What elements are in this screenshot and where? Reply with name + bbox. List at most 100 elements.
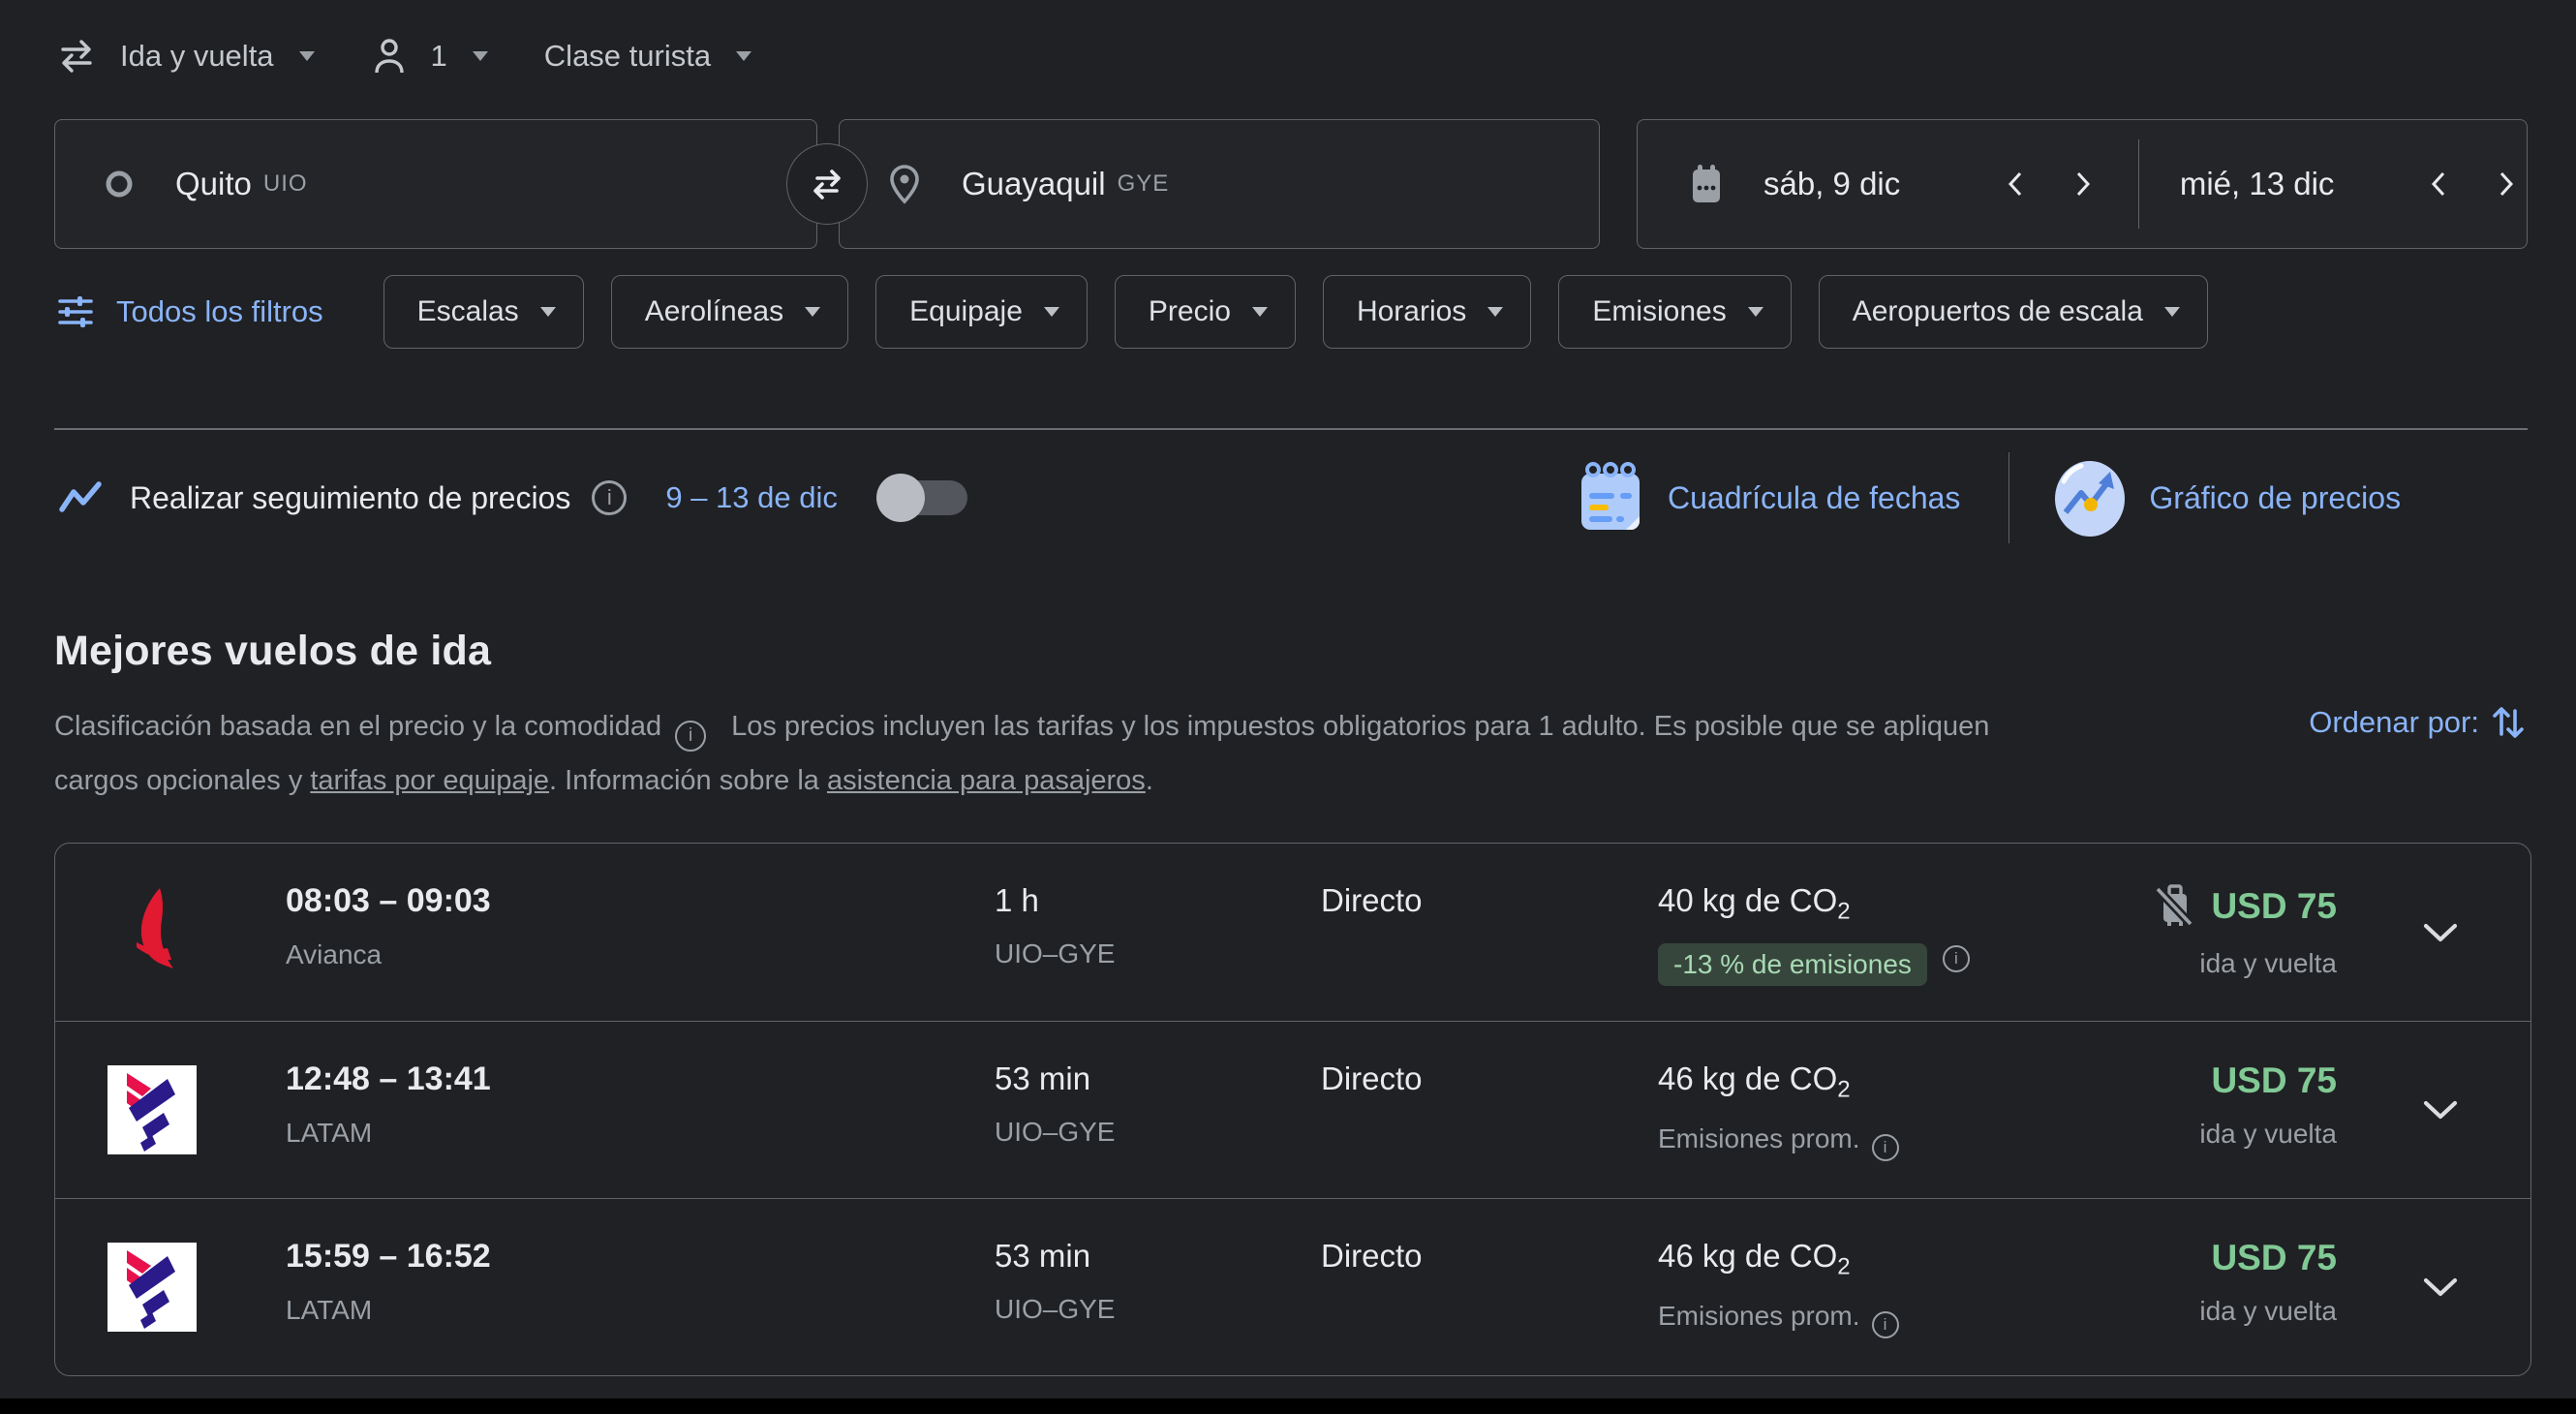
info-icon[interactable]: i xyxy=(1872,1311,1899,1338)
dropdown-caret-icon xyxy=(1044,307,1059,317)
expand-flight-button[interactable] xyxy=(2414,1269,2467,1306)
price-column: USD 75 ida y vuelta xyxy=(1988,1060,2337,1150)
subtitle-ranking-text: Clasificación basada en el precio y la c… xyxy=(54,711,661,742)
filter-chip-times[interactable]: Horarios xyxy=(1323,275,1531,349)
expand-flight-button[interactable] xyxy=(2414,914,2467,951)
flight-times-column: 15:59 – 16:52 LATAM xyxy=(286,1238,491,1326)
emissions-note: Emisiones prom.i xyxy=(1658,1301,1899,1338)
stops-column: Directo xyxy=(1321,882,1423,919)
cabin-class-label: Clase turista xyxy=(544,39,711,74)
co2-amount: 46 kg de CO2 xyxy=(1658,1060,1899,1104)
emissions-badge: -13 % de emisiones xyxy=(1658,943,1927,986)
destination-field[interactable]: Guayaquil GYE xyxy=(839,119,1600,249)
flight-row-latam-1[interactable]: 12:48 – 13:41 LATAM 53 min UIO–GYE Direc… xyxy=(55,1021,2530,1198)
expand-flight-button[interactable] xyxy=(2414,1091,2467,1128)
return-date[interactable]: mié, 13 dic xyxy=(2180,166,2416,202)
results-subtitle: Clasificación basada en el precio y la c… xyxy=(54,699,2282,808)
departure-date[interactable]: sáb, 9 dic xyxy=(1763,166,1993,202)
track-prices-label: Realizar seguimiento de precios xyxy=(130,480,570,516)
flight-duration: 1 h xyxy=(995,882,1115,919)
origin-city: Quito xyxy=(175,166,252,202)
price-trend-icon xyxy=(58,479,103,516)
passengers-count: 1 xyxy=(431,39,447,74)
chevron-down-icon xyxy=(2422,922,2459,943)
next-return-date-button[interactable] xyxy=(2486,159,2527,209)
flight-row-latam-2[interactable]: 15:59 – 16:52 LATAM 53 min UIO–GYE Direc… xyxy=(55,1198,2530,1375)
date-range-field: sáb, 9 dic mié, 13 dic xyxy=(1637,119,2528,249)
previous-return-date-button[interactable] xyxy=(2418,159,2459,209)
trip-type-dropdown[interactable]: Ida y vuelta xyxy=(56,36,315,77)
dropdown-caret-icon xyxy=(299,51,315,61)
round-trip-arrows-icon xyxy=(56,36,97,77)
duration-column: 53 min UIO–GYE xyxy=(995,1060,1115,1148)
emissions-column: 46 kg de CO2 Emisiones prom.i xyxy=(1658,1060,1899,1161)
info-icon[interactable]: i xyxy=(592,480,627,515)
destination-city: Guayaquil xyxy=(962,166,1106,202)
flight-duration: 53 min xyxy=(995,1238,1115,1275)
passenger-assistance-link[interactable]: asistencia para pasajeros xyxy=(827,765,1146,796)
duration-column: 1 h UIO–GYE xyxy=(995,882,1115,969)
sort-by-label: Ordenar por: xyxy=(2309,705,2479,740)
flight-price: USD 75 xyxy=(2211,886,2337,927)
bottom-edge-bar xyxy=(0,1399,2576,1414)
date-grid-button[interactable]: Cuadrícula de fechas xyxy=(1668,480,1960,516)
swap-arrows-icon xyxy=(806,163,848,205)
co2-amount: 46 kg de CO2 xyxy=(1658,1238,1899,1281)
avianca-logo xyxy=(107,882,208,983)
chip-label: Equipaje xyxy=(909,295,1023,328)
sort-by-button[interactable]: Ordenar por: xyxy=(2309,703,2526,742)
passengers-dropdown[interactable]: 1 xyxy=(371,36,488,77)
swap-origin-destination-button[interactable] xyxy=(786,143,868,225)
subtitle-charges-text: cargos opcionales y xyxy=(54,765,310,796)
price-note: ida y vuelta xyxy=(2199,1296,2337,1327)
info-icon[interactable]: i xyxy=(1943,945,1970,972)
dropdown-caret-icon xyxy=(473,51,488,61)
price-column: USD 75 ida y vuelta xyxy=(1988,882,2337,979)
cabin-class-dropdown[interactable]: Clase turista xyxy=(544,39,751,74)
subtitle-end-text: . xyxy=(1146,765,1153,796)
subtitle-prices-text: Los precios incluyen las tarifas y los i… xyxy=(731,711,1989,742)
filter-chip-emissions[interactable]: Emisiones xyxy=(1558,275,1791,349)
filter-chip-bags[interactable]: Equipaje xyxy=(875,275,1088,349)
chip-label: Precio xyxy=(1149,295,1231,328)
baggage-fees-link[interactable]: tarifas por equipaje xyxy=(310,765,549,796)
flight-times-column: 12:48 – 13:41 LATAM xyxy=(286,1060,491,1149)
price-note: ida y vuelta xyxy=(2199,1119,2337,1150)
dropdown-caret-icon xyxy=(736,51,751,61)
stops-column: Directo xyxy=(1321,1238,1423,1275)
toggle-knob xyxy=(876,474,925,522)
track-prices-toggle[interactable] xyxy=(880,480,967,515)
dropdown-caret-icon xyxy=(1252,307,1268,317)
destination-airport-code: GYE xyxy=(1118,170,1170,198)
filter-chip-price[interactable]: Precio xyxy=(1115,275,1296,349)
all-filters-button[interactable]: Todos los filtros xyxy=(56,294,323,329)
price-note: ida y vuelta xyxy=(2199,948,2337,979)
sort-arrows-icon xyxy=(2491,703,2526,742)
chip-label: Aerolíneas xyxy=(645,295,783,328)
filter-chip-airlines[interactable]: Aerolíneas xyxy=(611,275,848,349)
filters-bar: Todos los filtros Escalas Aerolíneas Equ… xyxy=(56,274,2235,350)
emissions-note: Emisiones prom.i xyxy=(1658,1123,1899,1161)
dropdown-caret-icon xyxy=(1487,307,1503,317)
price-graph-icon xyxy=(2052,458,2128,538)
previous-departure-date-button[interactable] xyxy=(1995,159,2036,209)
filter-chip-connecting-airports[interactable]: Aeropuertos de escala xyxy=(1819,275,2208,349)
dropdown-caret-icon xyxy=(1748,307,1763,317)
info-icon[interactable]: i xyxy=(675,721,706,752)
origin-field[interactable]: Quito UIO xyxy=(54,119,817,249)
filter-chip-stops[interactable]: Escalas xyxy=(383,275,584,349)
flight-price: USD 75 xyxy=(2211,1238,2337,1278)
flight-times: 08:03 – 09:03 xyxy=(286,882,491,920)
flight-row-avianca[interactable]: 08:03 – 09:03 Avianca 1 h UIO–GYE Direct… xyxy=(55,844,2530,1021)
stops-column: Directo xyxy=(1321,1060,1423,1097)
flight-stops: Directo xyxy=(1321,882,1423,919)
trip-options-bar: Ida y vuelta 1 Clase turista xyxy=(56,25,808,87)
info-icon[interactable]: i xyxy=(1872,1134,1899,1161)
price-graph-button[interactable]: Gráfico de precios xyxy=(2149,480,2401,516)
trip-type-label: Ida y vuelta xyxy=(120,39,274,74)
person-icon xyxy=(371,36,408,77)
origin-airport-code: UIO xyxy=(263,170,308,198)
airline-name: Avianca xyxy=(286,939,491,970)
next-departure-date-button[interactable] xyxy=(2063,159,2103,209)
emissions-column: 46 kg de CO2 Emisiones prom.i xyxy=(1658,1238,1899,1338)
